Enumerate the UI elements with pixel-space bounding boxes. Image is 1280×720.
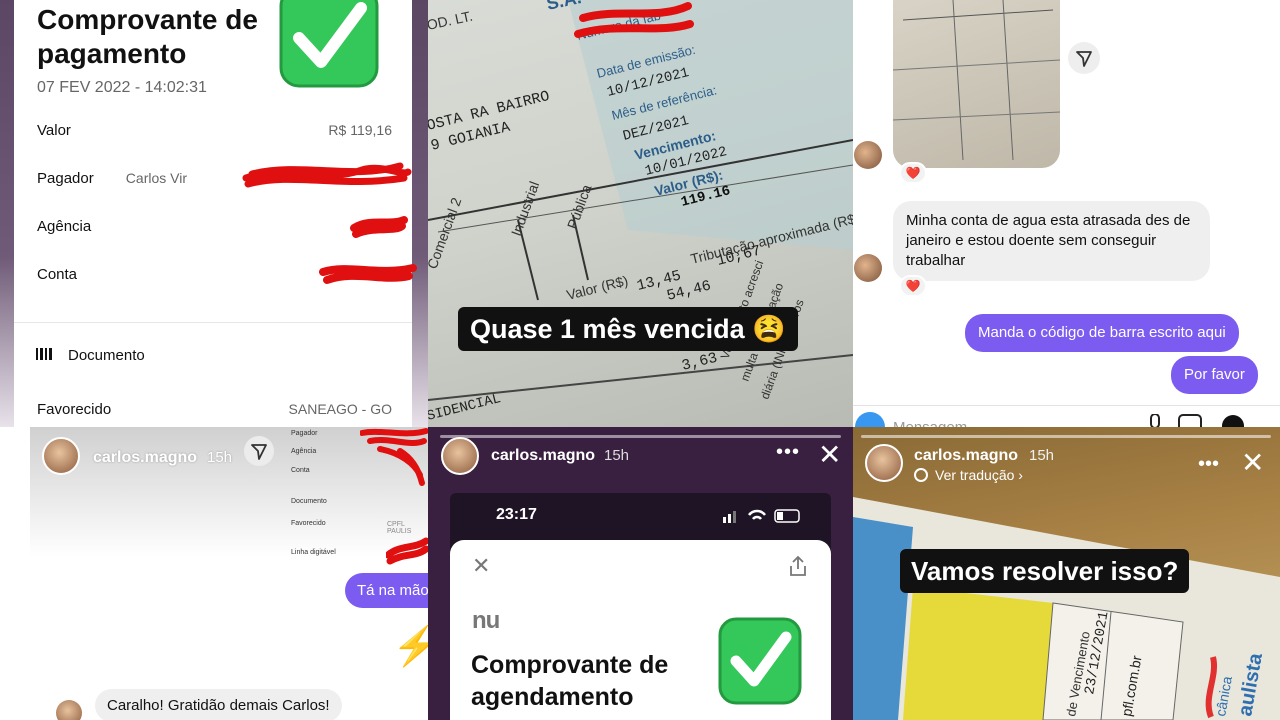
- heart-reaction[interactable]: ❤️: [899, 162, 927, 184]
- dm-panel: ❤️ Minha conta de agua esta atrasada des…: [853, 0, 1280, 427]
- bill-cat-3: Pública: [564, 182, 595, 231]
- document-label: Documento: [68, 347, 145, 364]
- bill-cat-2: Industrial: [508, 179, 542, 238]
- nu-logo: nu: [472, 607, 500, 634]
- divider: [14, 322, 412, 323]
- receipt-title: Comprovante de pagamento: [37, 4, 258, 69]
- bill-thumbnail: [893, 0, 1060, 161]
- collage: Comprovante de pagamento 07 FEV 2022 - 1…: [0, 0, 1280, 720]
- row-label: Agência: [37, 218, 92, 235]
- avatar[interactable]: [56, 700, 82, 720]
- heart-reaction[interactable]: ❤️: [899, 275, 927, 297]
- avatar[interactable]: [441, 437, 479, 475]
- status-icons: [723, 509, 800, 523]
- message-outgoing: Tá na mão: [345, 573, 428, 608]
- story-username[interactable]: carlos.magno: [491, 447, 595, 465]
- image-icon[interactable]: [1178, 414, 1202, 427]
- row-label: Valor: [37, 122, 71, 139]
- barcode-icon: [36, 348, 52, 360]
- check-icon: [279, 0, 379, 88]
- redaction-scribble: [319, 264, 417, 284]
- redaction-scribble: [386, 537, 428, 565]
- bill-code: OD. LT.: [428, 8, 474, 33]
- mini-label: Linha digitável: [291, 549, 336, 556]
- avatar[interactable]: [42, 437, 80, 475]
- bill-valor-rs: Valor (R$): [565, 272, 630, 303]
- row-value: Carlos Vir: [125, 170, 187, 186]
- row-valor: Valor R$ 119,16: [37, 120, 392, 144]
- redaction-scribble: [360, 428, 428, 486]
- composer-placeholder: Mensagem: [893, 419, 967, 427]
- close-icon[interactable]: ✕: [472, 553, 490, 579]
- redaction-scribble: [350, 216, 408, 238]
- row-label: Conta: [37, 266, 78, 283]
- add-icon[interactable]: [1221, 414, 1245, 427]
- avatar[interactable]: [854, 141, 882, 169]
- message-outgoing: Por favor: [1171, 356, 1258, 394]
- more-options-icon[interactable]: •••: [1198, 453, 1219, 476]
- story-right-panel: de Vencimento 23/12/2021 pfl.com.br auli…: [853, 427, 1280, 720]
- row-label: Pagador: [37, 170, 94, 187]
- mini-label: Agência: [291, 448, 317, 455]
- close-icon[interactable]: ✕: [1241, 449, 1264, 477]
- bill-photo: OD. LT. S.A. Número da fab Data de emiss…: [428, 0, 853, 425]
- story-middle-panel: carlos.magno 15h ••• ✕ 23:17 ✕ nu Compro…: [428, 427, 853, 720]
- receipt-sheet: Comprovante de pagamento 07 FEV 2022 - 1…: [14, 0, 417, 427]
- more-options-icon[interactable]: •••: [776, 441, 800, 464]
- receipt-panel: Comprovante de pagamento 07 FEV 2022 - 1…: [0, 0, 428, 427]
- bill-photo-panel: OD. LT. S.A. Número da fab Data de emiss…: [428, 0, 853, 427]
- story-time: 15h: [1029, 447, 1055, 464]
- redaction-scribble: [242, 162, 412, 188]
- close-icon[interactable]: ✕: [818, 441, 841, 469]
- mini-label: Documento: [291, 498, 327, 505]
- row-agencia: Agência: [37, 216, 392, 240]
- row-value: SANEAGO - GO: [288, 401, 392, 417]
- avatar[interactable]: [854, 254, 882, 282]
- row-favorecido: Favorecido SANEAGO - GO: [37, 399, 392, 423]
- story-left-panel: Pagador Agência Conta Documento Favoreci…: [30, 427, 428, 720]
- status-bar-clock: 23:17: [496, 506, 537, 523]
- row-label: Favorecido: [37, 401, 112, 418]
- message-incoming: Minha conta de agua esta atrasada des de…: [893, 201, 1210, 281]
- mic-icon[interactable]: [1148, 414, 1162, 427]
- mini-label: Conta: [291, 467, 310, 474]
- story-caption: Vamos resolver isso?: [900, 549, 1190, 593]
- translate-link[interactable]: Ver tradução ›: [935, 467, 1023, 483]
- camera-icon[interactable]: [855, 412, 885, 427]
- story-time: 15h: [207, 449, 233, 466]
- share-icon[interactable]: [788, 555, 808, 577]
- share-button[interactable]: [1068, 42, 1100, 74]
- bill-cat-1: Comercial 2: [428, 195, 464, 271]
- document-row[interactable]: Documento: [36, 345, 236, 367]
- message-outgoing: Manda o código de barra escrito aqui: [965, 314, 1239, 352]
- story-username[interactable]: carlos.magno: [93, 449, 197, 467]
- story-caption: Quase 1 mês vencida 😫: [458, 307, 798, 351]
- avatar[interactable]: [865, 444, 903, 482]
- share-button[interactable]: [244, 436, 274, 466]
- mini-value: CPFL PAULIS: [387, 521, 412, 535]
- row-value: R$ 119,16: [328, 122, 392, 138]
- globe-icon: [914, 468, 928, 482]
- story-progress-bar: [861, 435, 1271, 438]
- mini-label: Favorecido: [291, 520, 326, 527]
- shared-bill-photo[interactable]: [893, 0, 1060, 168]
- story-username[interactable]: carlos.magno: [914, 447, 1018, 465]
- story-progress-bar: [440, 435, 841, 438]
- receipt-title: Comprovante de agendamento: [471, 651, 669, 711]
- check-icon: [718, 617, 802, 705]
- mini-label: Pagador: [291, 430, 318, 437]
- message-composer[interactable]: Mensagem: [853, 405, 1280, 427]
- message-incoming: Caralho! Gratidão demais Carlos!: [95, 689, 342, 720]
- story-time: 15h: [604, 447, 630, 464]
- send-icon: [1076, 51, 1092, 67]
- lightning-icon: ⚡: [392, 626, 428, 668]
- send-icon: [251, 444, 267, 460]
- receipt-date: 07 FEV 2022 - 14:02:31: [37, 79, 207, 96]
